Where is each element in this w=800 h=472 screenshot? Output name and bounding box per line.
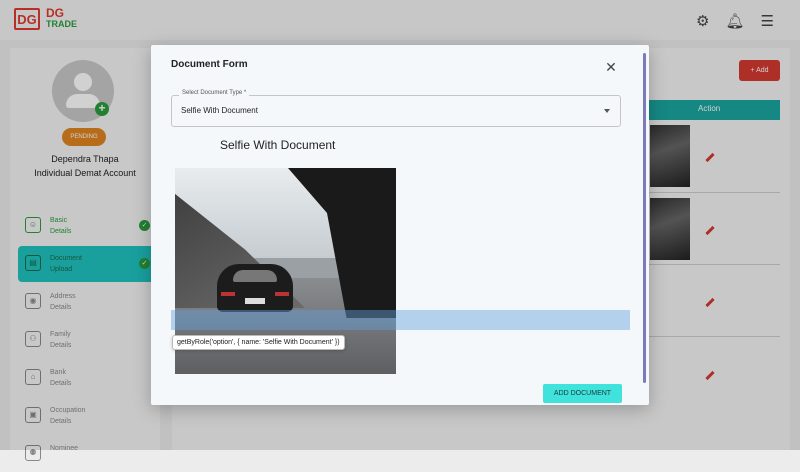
locator-tooltip: getByRole('option', { name: 'Selfie With…: [172, 335, 345, 350]
close-icon[interactable]: ✕: [604, 60, 618, 74]
dialog-title: Document Form: [171, 59, 248, 70]
scrollbar[interactable]: [643, 53, 646, 383]
select-value: Selfie With Document: [181, 106, 258, 115]
document-type-select[interactable]: Select Document Type * Selfie With Docum…: [171, 90, 621, 127]
select-label: Select Document Type *: [179, 90, 250, 96]
option-highlight[interactable]: [171, 310, 630, 330]
chevron-down-icon: [604, 109, 610, 113]
document-form-dialog: Document Form ✕ Select Document Type * S…: [151, 45, 649, 405]
add-document-button[interactable]: ADD DOCUMENT: [543, 384, 622, 403]
document-heading: Selfie With Document: [220, 138, 336, 152]
